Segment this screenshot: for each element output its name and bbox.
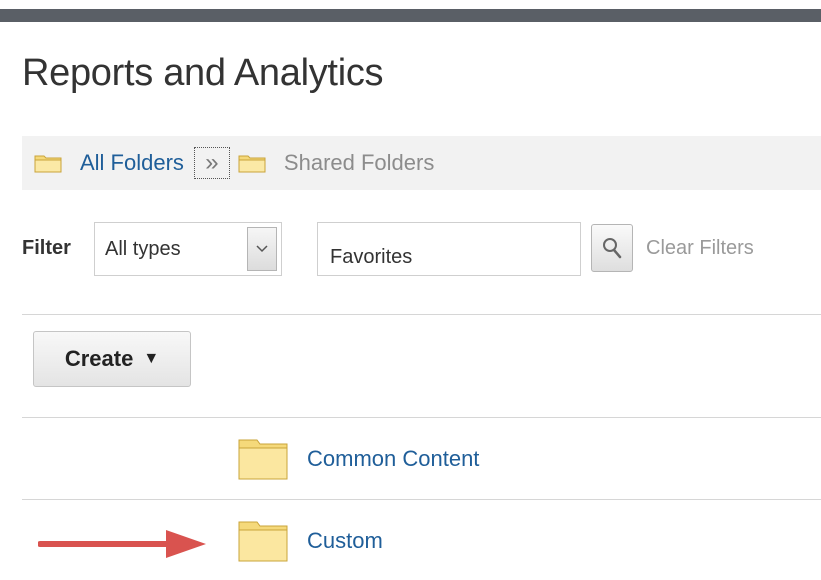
breadcrumb-all-folders[interactable]: All Folders [80, 150, 184, 176]
list-item[interactable]: Common Content [22, 418, 821, 498]
type-select-value: All types [105, 238, 181, 260]
search-icon [603, 238, 622, 259]
folder-name-link[interactable]: Custom [307, 528, 383, 554]
breadcrumb-separator-button[interactable]: » [193, 147, 230, 179]
breadcrumb: All Folders » Shared Folders [22, 136, 821, 190]
folder-name-link[interactable]: Common Content [307, 446, 479, 472]
divider [22, 314, 821, 315]
filter-label: Filter [22, 237, 71, 259]
top-banner [0, 0, 821, 22]
top-banner-strip [0, 9, 821, 22]
breadcrumb-shared-folders[interactable]: Shared Folders [284, 150, 434, 176]
clear-filters-link[interactable]: Clear Filters [646, 237, 754, 260]
filter-bar: Filter All types Clear Filters [22, 222, 821, 276]
page-title: Reports and Analytics [22, 52, 384, 94]
create-button[interactable]: Create ▼ [33, 331, 191, 387]
folder-icon [238, 520, 288, 567]
chevron-down-icon[interactable] [247, 227, 277, 271]
type-select[interactable]: All types [94, 222, 282, 276]
folder-icon [34, 153, 62, 173]
caret-down-icon: ▼ [143, 350, 160, 367]
folder-icon [238, 153, 266, 173]
create-button-label: Create [64, 346, 134, 371]
folder-icon [238, 438, 288, 485]
search-input[interactable] [317, 222, 581, 276]
arrow-right-icon [37, 526, 210, 567]
search-button[interactable] [591, 224, 633, 272]
